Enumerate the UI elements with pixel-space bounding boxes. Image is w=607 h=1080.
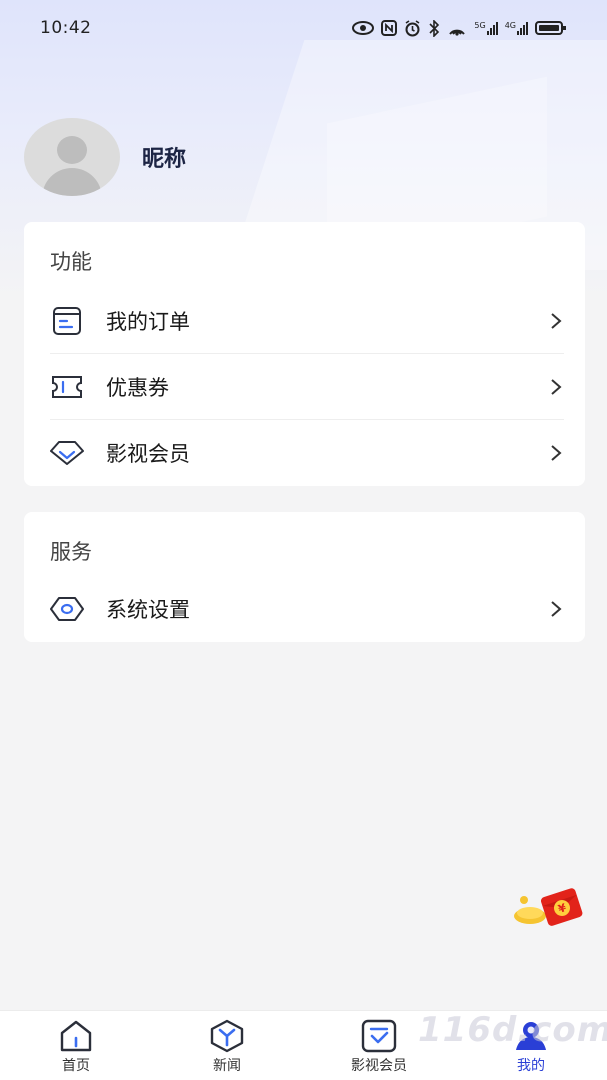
- status-icons: 5G 4G: [352, 19, 567, 37]
- red-packet-icon[interactable]: ¥: [510, 886, 590, 932]
- watermark: 116d.com: [418, 1010, 607, 1050]
- tab-home[interactable]: 首页: [16, 1011, 136, 1080]
- settings-icon: [50, 592, 84, 626]
- tab-news[interactable]: 新闻: [167, 1011, 287, 1080]
- service-card: 服务 系统设置: [24, 512, 585, 642]
- function-card: 功能 我的订单 优惠券 影视会员: [24, 222, 585, 486]
- avatar-placeholder-icon: [57, 136, 87, 164]
- news-icon: [208, 1019, 246, 1053]
- status-bar: 10:42 5G 4G: [0, 0, 607, 56]
- menu-item-vip[interactable]: 影视会员: [50, 420, 564, 486]
- menu-label: 影视会员: [106, 442, 190, 466]
- menu-label: 系统设置: [106, 598, 190, 622]
- eye-icon: [352, 21, 375, 35]
- section-title: 服务: [50, 540, 92, 564]
- vip-icon: [360, 1019, 398, 1053]
- diamond-icon: [50, 436, 84, 470]
- menu-item-coupons[interactable]: 优惠券: [50, 354, 564, 420]
- profile-header[interactable]: 昵称: [24, 118, 186, 196]
- chevron-right-icon: [551, 312, 562, 329]
- chevron-right-icon: [551, 601, 562, 617]
- tab-label: 新闻: [213, 1058, 241, 1074]
- chevron-right-icon: [551, 445, 562, 461]
- avatar[interactable]: [24, 118, 120, 196]
- battery-icon: [535, 21, 566, 35]
- menu-label: 我的订单: [106, 309, 190, 334]
- order-icon: [50, 304, 84, 338]
- tab-label: 影视会员: [351, 1058, 407, 1074]
- nfc-icon: [381, 20, 398, 36]
- signal-5g-icon: 5G: [474, 21, 498, 35]
- bluetooth-icon: [429, 19, 440, 37]
- chevron-right-icon: [551, 378, 562, 395]
- menu-label: 优惠券: [106, 375, 169, 400]
- nickname[interactable]: 昵称: [142, 141, 186, 173]
- home-icon: [57, 1019, 95, 1053]
- menu-item-system-settings[interactable]: 系统设置: [50, 576, 564, 642]
- coupon-icon: [50, 370, 84, 404]
- tab-label: 首页: [62, 1058, 90, 1074]
- alarm-icon: [405, 19, 420, 36]
- section-title: 功能: [50, 250, 92, 274]
- menu-item-my-orders[interactable]: 我的订单: [50, 288, 564, 354]
- tab-label: 我的: [517, 1058, 545, 1074]
- signal-4g-icon: 4G: [505, 21, 528, 35]
- hotspot-icon: [449, 29, 466, 36]
- status-time: 10:42: [40, 18, 92, 38]
